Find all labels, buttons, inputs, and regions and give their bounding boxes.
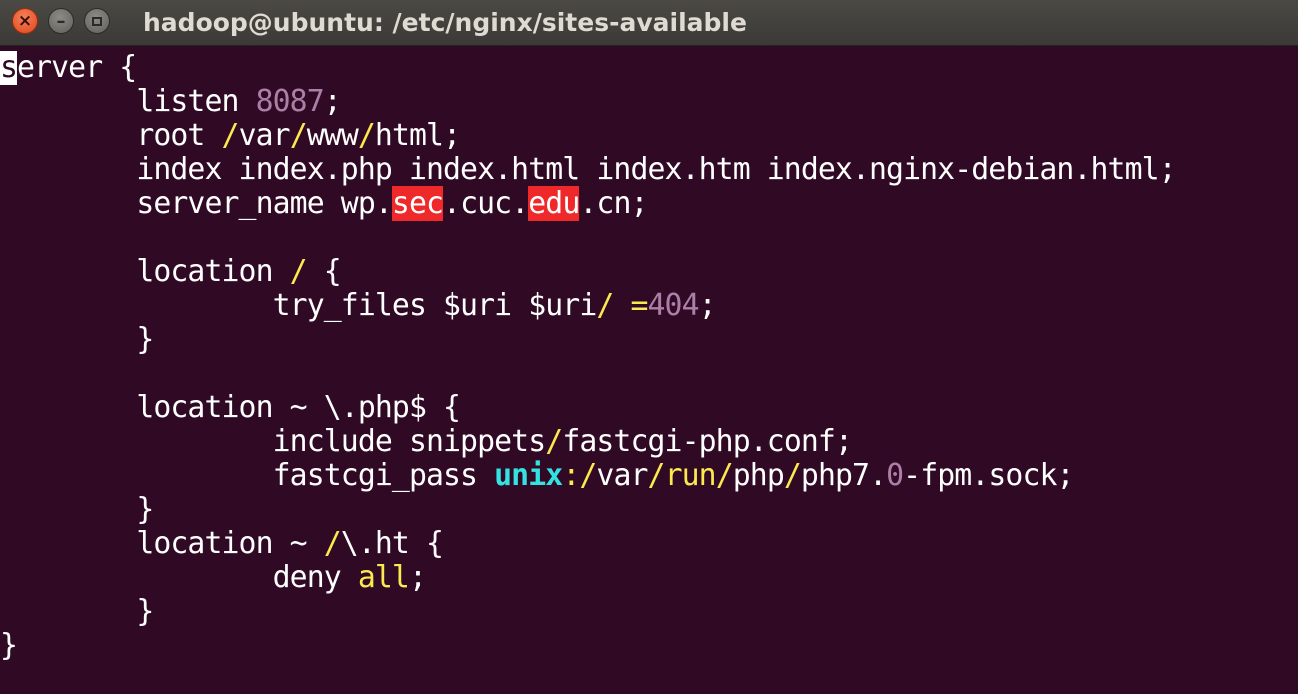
title-bar: × – hadoop@ubuntu: /etc/nginx/sites-avai… [0, 0, 1298, 46]
minimize-window-button[interactable]: – [48, 8, 74, 34]
code-token: / [221, 118, 240, 153]
code-line: } [0, 594, 154, 629]
code-line: root /var/www/html; [0, 118, 461, 153]
code-line: server_name wp.sec.cuc.edu.cn; [0, 186, 648, 221]
code-token: } [0, 594, 154, 629]
code-token: -fpm.sock; [903, 458, 1074, 493]
code-token: ; [698, 288, 717, 323]
code-token: \.ht { [340, 526, 444, 561]
maximize-icon [92, 16, 102, 26]
code-token: location ~ \.php$ { [0, 390, 461, 425]
code-token: } [0, 322, 154, 357]
code-token: / [715, 458, 734, 493]
code-token: try_files $uri $uri [0, 288, 598, 323]
code-token: all [357, 560, 410, 595]
code-token: fastcgi_pass [0, 458, 495, 493]
code-token: { [306, 254, 342, 289]
code-token: root [0, 118, 222, 153]
code-token: deny [0, 560, 358, 595]
code-token: listen [0, 84, 256, 119]
code-token: ; [323, 84, 342, 119]
code-line: } [0, 322, 154, 357]
code-token: / [289, 254, 308, 289]
maximize-window-button[interactable] [84, 8, 110, 34]
code-token: run [664, 458, 717, 493]
code-token: / [357, 118, 376, 153]
code-token: / [783, 458, 802, 493]
code-token: location [0, 254, 290, 289]
code-token: 0 [886, 458, 904, 493]
code-token: / [545, 424, 563, 459]
code-token: server_name wp. [0, 186, 392, 221]
code-token: 8087 [255, 84, 325, 119]
code-token: ; [408, 560, 427, 595]
text-cursor: s [0, 51, 18, 85]
close-window-button[interactable]: × [12, 8, 38, 34]
search-match: sec [391, 186, 444, 221]
code-token: / [579, 458, 597, 493]
code-line: include snippets/fastcgi-php.conf; [0, 424, 853, 459]
code-line: location / { [0, 255, 341, 289]
code-line: index index.php index.html index.htm ind… [0, 153, 1176, 187]
code-token: = [630, 288, 648, 323]
code-token: : [562, 458, 580, 493]
code-line: } [0, 492, 154, 527]
code-token: / [323, 526, 342, 561]
code-token: www [306, 118, 359, 153]
code-token: erver { [17, 51, 137, 85]
code-token: .cuc. [443, 186, 529, 221]
code-token: / [289, 118, 308, 153]
code-token: php [732, 458, 785, 493]
code-token: include snippets [0, 424, 547, 459]
code-token: 404 [647, 288, 700, 323]
code-token: / [647, 458, 666, 493]
code-line: server { [0, 51, 137, 85]
code-token: var [596, 458, 648, 493]
code-token: .cn; [579, 186, 648, 221]
close-icon: × [17, 11, 33, 31]
code-token: location ~ [0, 526, 324, 561]
code-line: } [0, 628, 18, 663]
code-token: index index.php index.html index.htm ind… [0, 152, 1176, 187]
code-token: fastcgi-php.conf; [562, 424, 853, 459]
window-title: hadoop@ubuntu: /etc/nginx/sites-availabl… [143, 8, 747, 37]
code-token: php7. [800, 458, 887, 493]
code-line: location ~ /\.ht { [0, 526, 444, 561]
code-token: } [0, 492, 154, 527]
search-match: edu [528, 186, 580, 221]
code-line: try_files $uri $uri/ =404; [0, 288, 717, 323]
minimize-icon: – [56, 10, 66, 32]
code-token: html; [374, 118, 461, 153]
code-token: / [596, 288, 614, 323]
code-line: deny all; [0, 560, 427, 595]
code-token: unix [494, 458, 563, 493]
code-token: } [0, 628, 18, 663]
code-line: location ~ \.php$ { [0, 390, 461, 425]
code-line: fastcgi_pass unix:/var/run/php/php7.0-fp… [0, 458, 1075, 493]
code-line: listen 8087; [0, 85, 341, 119]
code-token: var [238, 118, 291, 153]
terminal-editor[interactable]: server { listen 8087; root /var/www/html… [0, 51, 1298, 694]
